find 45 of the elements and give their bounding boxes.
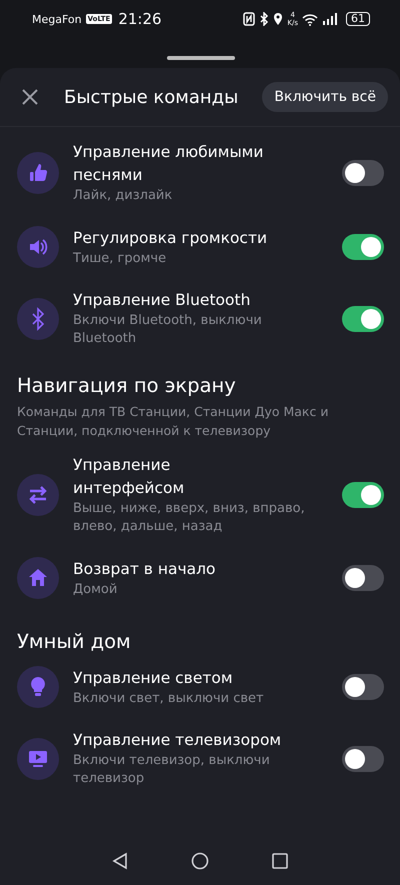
command-title: Управление любимыми песнями xyxy=(73,142,264,186)
thumbs-up-icon xyxy=(17,152,59,194)
toggle-switch[interactable] xyxy=(342,482,384,508)
speaker-icon xyxy=(17,226,59,268)
toggle-switch[interactable] xyxy=(342,746,384,772)
nfc-icon xyxy=(243,12,256,26)
swap-arrows-icon xyxy=(17,474,59,516)
command-title: Управление Bluetooth xyxy=(73,290,252,311)
toggle-switch[interactable] xyxy=(342,160,384,186)
light-bulb-icon xyxy=(17,666,59,708)
section-description: Команды для ТВ Станции, Станции Дуо Макс и Станции, подключенной к телевизору xyxy=(17,403,330,440)
signal-icon xyxy=(322,13,338,25)
house-icon xyxy=(17,557,59,599)
home-icon[interactable] xyxy=(191,852,209,870)
command-title: Управление телевизором xyxy=(73,730,282,751)
command-examples: Домой xyxy=(73,580,118,598)
toggle-switch[interactable] xyxy=(342,306,384,332)
carrier-name: MegaFon xyxy=(32,12,82,26)
command-examples: Тише, громче xyxy=(73,250,168,268)
command-title: Управление светом xyxy=(73,668,234,688)
command-examples: Лайк, дизлайк xyxy=(73,187,174,205)
bluetooth-icon xyxy=(259,12,270,26)
toggle-switch[interactable] xyxy=(342,234,384,260)
command-examples: Выше, ниже, вверх, вниз, вправо, влево, дальше, назад xyxy=(73,500,306,536)
command-examples: Включи Bluetooth, выключи Bluetooth xyxy=(73,312,263,348)
command-examples: Включи свет, выключи свет xyxy=(73,690,265,708)
back-icon[interactable] xyxy=(111,852,129,870)
battery-level: 61 xyxy=(346,12,370,26)
command-examples: Включи телевизор, выключи телевизор xyxy=(73,752,271,788)
location-pin-icon xyxy=(273,12,284,26)
command-title: Управление интерфейсом xyxy=(73,455,186,499)
sheet-title: Быстрые команды xyxy=(64,86,240,108)
clock-time: 21:26 xyxy=(118,10,162,28)
bluetooth-icon xyxy=(17,298,59,340)
command-title: Возврат в начало xyxy=(73,558,217,580)
toggle-switch[interactable] xyxy=(342,565,384,591)
recent-apps-icon[interactable] xyxy=(271,852,289,870)
tv-icon xyxy=(17,738,59,780)
command-title: Регулировка громкости xyxy=(73,228,268,248)
section-title: Навигация по экрану xyxy=(17,374,237,397)
section-title: Умный дом xyxy=(17,630,132,653)
wifi-icon xyxy=(302,12,318,26)
close-icon[interactable] xyxy=(21,88,39,106)
enable-all-button[interactable]: Включить всё xyxy=(262,82,388,112)
toggle-switch[interactable] xyxy=(342,674,384,700)
